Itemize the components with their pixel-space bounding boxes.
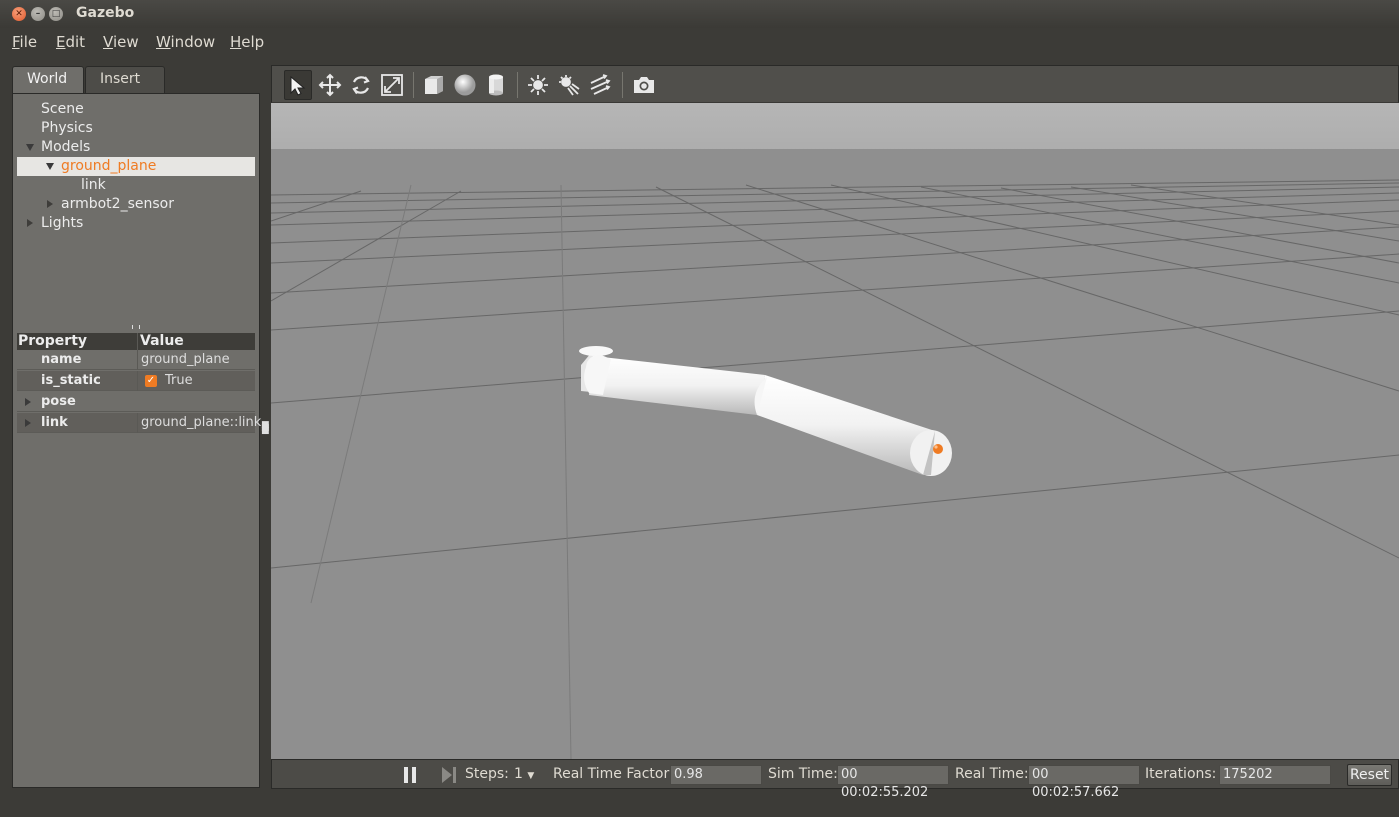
tree-item-models-label: Models <box>41 139 91 155</box>
camera-icon[interactable] <box>630 70 658 100</box>
menu-window-accel: W <box>156 33 171 51</box>
toolbar-separator <box>413 72 414 98</box>
menu-help-accel: H <box>230 33 242 51</box>
menu-help-label: elp <box>241 33 265 51</box>
property-key: pose <box>41 394 76 409</box>
tree-item-armbot2-sensor-label: armbot2_sensor <box>61 196 174 212</box>
is-static-checkbox[interactable]: ✓ <box>145 374 157 387</box>
cylinder-icon[interactable] <box>482 70 510 100</box>
world-panel: Scene Physics Models ground_plane link a… <box>12 93 261 788</box>
sky <box>271 103 1399 151</box>
menu-edit[interactable]: Edit <box>56 33 85 51</box>
title-bar: ✕ – □ Gazebo <box>0 0 1399 28</box>
real-time-field[interactable]: 00 00:02:57.662 <box>1028 765 1140 800</box>
directional-light-icon[interactable] <box>586 70 614 100</box>
real-time-factor-field[interactable]: 0.98 <box>670 765 762 785</box>
tree-item-physics-label: Physics <box>41 120 93 136</box>
step-button[interactable] <box>440 766 458 788</box>
iterations-label: Iterations: <box>1145 766 1217 782</box>
select-arrow-icon[interactable] <box>284 70 312 100</box>
menu-file-label: ile <box>19 33 38 51</box>
rotate-icon[interactable] <box>347 70 375 100</box>
property-key: is_static <box>41 373 101 388</box>
chevron-down-icon[interactable]: ▼ <box>527 771 534 781</box>
gazebo-window: ✕ – □ Gazebo File Edit View Window Help … <box>0 0 1399 817</box>
sim-time-field[interactable]: 00 00:02:55.202 <box>837 765 949 800</box>
property-row-name[interactable]: name ground_plane <box>17 350 255 370</box>
pause-button[interactable] <box>402 766 418 788</box>
spot-light-icon[interactable] <box>555 70 583 100</box>
menu-view-accel: V <box>103 33 113 51</box>
expand-arrow-icon[interactable] <box>25 398 31 406</box>
minimize-window-button[interactable]: – <box>31 7 45 21</box>
expand-arrow-icon[interactable] <box>25 419 31 427</box>
collapse-arrow-icon[interactable] <box>27 219 33 227</box>
toolbar-separator <box>517 72 518 98</box>
tree-item-link-label: link <box>81 177 106 193</box>
steps-spinbox[interactable]: 1 ▼ <box>514 766 534 782</box>
tree-item-models[interactable]: Models <box>17 138 255 157</box>
tree-item-physics[interactable]: Physics <box>17 119 255 138</box>
menu-help[interactable]: Help <box>230 33 264 51</box>
viewport-toolbar <box>271 65 1399 103</box>
property-value-cell: ✓ True <box>137 371 193 391</box>
splitter-handle[interactable] <box>132 325 140 329</box>
scale-icon[interactable] <box>378 70 406 100</box>
property-row-pose[interactable]: pose <box>17 392 255 412</box>
tree-item-scene-label: Scene <box>41 101 84 117</box>
reset-button[interactable]: Reset <box>1347 764 1392 786</box>
real-time-label: Real Time: <box>955 766 1029 782</box>
box-icon[interactable] <box>420 70 448 100</box>
expand-arrow-icon[interactable] <box>46 162 54 170</box>
menu-view-label: iew <box>112 33 139 51</box>
tree-item-ground-plane[interactable]: ground_plane <box>17 157 255 176</box>
property-value: True <box>165 373 193 388</box>
property-row-link[interactable]: link ground_plane::link <box>17 413 261 433</box>
toolbar-separator <box>622 72 623 98</box>
scene-viewport[interactable] <box>271 103 1399 759</box>
point-light-icon[interactable] <box>524 70 552 100</box>
menu-view[interactable]: View <box>103 33 139 51</box>
property-key: link <box>41 415 68 430</box>
simulation-status-bar: Steps: 1 ▼ Real Time Factor: 0.98 Sim Ti… <box>271 759 1399 800</box>
menu-file[interactable]: File <box>12 33 37 51</box>
scene-render[interactable] <box>271 103 1399 759</box>
collapse-arrow-icon[interactable] <box>47 200 53 208</box>
iterations-field[interactable]: 175202 <box>1219 765 1331 785</box>
tree-item-ground-plane-label: ground_plane <box>61 158 157 174</box>
panel-splitter-handle[interactable]: ■ ■ ■ <box>261 421 270 436</box>
menu-window[interactable]: Window <box>156 33 215 51</box>
tab-world[interactable]: World <box>12 66 84 93</box>
expand-arrow-icon[interactable] <box>26 143 34 151</box>
steps-label: Steps: <box>465 766 509 782</box>
menu-edit-label: dit <box>65 33 86 51</box>
property-key: name <box>41 352 82 367</box>
tree-item-link[interactable]: link <box>17 176 255 195</box>
sphere-icon[interactable] <box>451 70 479 100</box>
property-row-is-static[interactable]: is_static ✓ True <box>17 371 255 391</box>
header-property: Property <box>18 333 88 349</box>
tab-insert[interactable]: Insert <box>85 66 165 93</box>
translate-icon[interactable] <box>316 70 344 100</box>
real-time-factor-label: Real Time Factor: <box>553 766 674 782</box>
window-title: Gazebo <box>76 5 135 21</box>
menu-window-label: indow <box>170 33 216 51</box>
property-table-header: Property Value <box>17 333 255 350</box>
menu-bar: File Edit View Window Help <box>0 28 1399 56</box>
tree-item-lights[interactable]: Lights <box>17 214 255 233</box>
close-window-button[interactable]: ✕ <box>12 7 26 21</box>
tree-item-lights-label: Lights <box>41 215 84 231</box>
steps-value: 1 <box>514 766 523 782</box>
maximize-window-button[interactable]: □ <box>49 7 63 21</box>
sim-time-label: Sim Time: <box>768 766 838 782</box>
ground-plane <box>271 149 1399 759</box>
property-value: ground_plane <box>137 350 230 370</box>
tree-item-armbot2-sensor[interactable]: armbot2_sensor <box>17 195 255 214</box>
property-value: ground_plane::link <box>137 413 261 433</box>
menu-file-accel: F <box>12 33 20 51</box>
tree-item-scene[interactable]: Scene <box>17 100 255 119</box>
header-value: Value <box>137 333 184 350</box>
